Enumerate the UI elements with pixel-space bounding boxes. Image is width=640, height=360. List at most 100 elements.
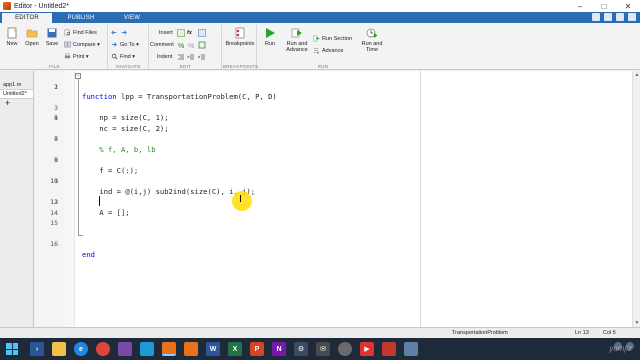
advance-button[interactable]: Advance [313, 46, 343, 55]
insert-section-icon[interactable] [177, 29, 185, 37]
save-button[interactable]: Save [42, 27, 62, 47]
code-line: 11 [35, 176, 632, 187]
breakpoints-button[interactable]: Breakpoints [225, 27, 255, 47]
increase-indent-icon[interactable] [187, 53, 195, 61]
line-number: 14 [50, 208, 58, 217]
navigate-group-label: NAVIGATE [116, 64, 141, 69]
run-section-button[interactable]: Run Section [313, 34, 352, 43]
file-group: + New Open Save Find Files Compare ▾ Pri… [2, 25, 108, 69]
run-and-time-button[interactable]: Run and Time [360, 27, 384, 53]
open-button[interactable]: Open [22, 27, 42, 47]
magnifier-icon [111, 53, 118, 60]
tab-publish[interactable]: PUBLISH [52, 13, 110, 23]
code-line: 4 nc = size(C, 2); [35, 103, 632, 133]
comment-button[interactable]: Comment [150, 40, 174, 49]
scroll-down-icon[interactable]: ▼ [633, 319, 640, 327]
svg-text:+: + [13, 29, 17, 35]
run-section-icon [313, 35, 320, 42]
help-icon[interactable] [628, 13, 636, 21]
quick-undo-icon[interactable] [604, 13, 612, 21]
powershell-icon[interactable]: › [30, 342, 44, 356]
powerpoint-icon[interactable]: P [250, 342, 264, 356]
vertical-scrollbar[interactable]: ▲ ▼ [632, 71, 640, 327]
wrap-comment-icon[interactable] [198, 41, 206, 49]
quick-access-toolbar [592, 13, 636, 21]
internet-explorer-icon[interactable]: e [74, 342, 88, 356]
print-icon [64, 53, 71, 59]
new-file-tab-button[interactable]: + [0, 99, 33, 108]
matlab-second-icon[interactable] [184, 342, 198, 356]
insert-function-button[interactable]: fx [187, 28, 192, 37]
chrome-icon[interactable] [96, 342, 110, 356]
maximize-button[interactable]: □ [592, 0, 616, 12]
go-to-button[interactable]: Go To ▾ [111, 40, 139, 49]
indent-button[interactable]: Indent [157, 52, 172, 61]
line-number: 13 [50, 198, 58, 206]
find-button[interactable]: Find ▾ [111, 52, 135, 61]
excel-icon[interactable]: X [228, 342, 242, 356]
file-tab-app1[interactable]: app1.m [0, 81, 33, 90]
compare-icon [64, 41, 71, 48]
current-function[interactable]: TransportationProblem [452, 330, 508, 336]
youtube-icon[interactable]: ▶ [360, 342, 374, 356]
run-and-advance-button[interactable]: Run and Advance [284, 27, 310, 53]
settings-icon[interactable]: ⚙ [294, 342, 308, 356]
onenote-icon[interactable]: N [272, 342, 286, 356]
line-number: 16 [50, 240, 58, 248]
recorder-icon[interactable] [382, 342, 396, 356]
code-line: 2 [35, 82, 632, 93]
insert-snippet-icon[interactable] [198, 29, 206, 37]
close-button[interactable]: ✕ [616, 0, 640, 12]
quick-save-icon[interactable] [592, 13, 600, 21]
compare-button[interactable]: Compare ▾ [64, 40, 100, 49]
video-watermark: yamjiz [609, 344, 632, 353]
code-line: 6 % f, A, b, lb [35, 124, 632, 154]
github-icon[interactable] [338, 342, 352, 356]
comment-percent-icon[interactable]: % [177, 41, 185, 49]
window-controls: – □ ✕ [568, 0, 640, 12]
code-line: 15 [35, 218, 632, 229]
remote-app-icon[interactable] [404, 342, 418, 356]
smart-indent-icon[interactable] [177, 53, 185, 61]
print-button[interactable]: Print ▾ [64, 52, 89, 61]
line-number: 7 [54, 135, 58, 143]
toolstrip-tabs: EDITOR PUBLISH VIEW [0, 12, 640, 23]
terminal-icon[interactable] [140, 342, 154, 356]
save-icon [47, 28, 57, 38]
advance-icon [313, 48, 320, 54]
run-group: Run Run and Advance Run Section Advance … [258, 25, 388, 69]
new-button[interactable]: + New [2, 27, 22, 47]
keyword: end [82, 249, 95, 259]
line-number: 11 [50, 177, 58, 185]
insert-button[interactable]: Insert [159, 28, 173, 37]
matlab-taskbar-icon[interactable] [162, 342, 176, 356]
code-line: 14 [35, 208, 632, 219]
quick-redo-icon[interactable] [616, 13, 624, 21]
run-button[interactable]: Run [260, 27, 280, 47]
ibeam-cursor-icon: I [239, 194, 242, 205]
minimize-button[interactable]: – [568, 0, 592, 12]
code-line: 8 f = C(:); [35, 145, 632, 175]
matlab-logo-icon [3, 2, 11, 10]
code-line: 9 [35, 155, 632, 166]
start-button[interactable] [6, 343, 18, 355]
decrease-indent-icon[interactable] [198, 53, 206, 61]
code-line: 5 [35, 113, 632, 124]
tab-view[interactable]: VIEW [110, 13, 154, 23]
visual-studio-icon[interactable] [118, 342, 132, 356]
scroll-up-icon[interactable]: ▲ [633, 71, 640, 79]
uncomment-icon[interactable]: % [187, 41, 195, 49]
tab-editor[interactable]: EDITOR [2, 13, 52, 23]
mail-icon[interactable]: ✉ [316, 342, 330, 356]
folder-icon [26, 29, 38, 38]
breakpoints-group: Breakpoints BREAKPOINTS [223, 25, 258, 69]
word-icon[interactable]: W [206, 342, 220, 356]
find-files-button[interactable]: Find Files [64, 28, 97, 37]
code-editor[interactable]: − 1 function lpp = TransportationProblem… [35, 71, 632, 327]
file-group-label: FILE [49, 64, 60, 69]
code-line: 10 ind = @(i,j) sub2ind(size(C), i, j); [35, 166, 632, 196]
file-explorer-icon[interactable] [52, 342, 66, 356]
os-taskbar: › e W X P N ⚙ ✉ ▶ [0, 338, 640, 360]
back-forward-buttons[interactable] [111, 28, 129, 37]
code-line-current: 13 [35, 197, 632, 208]
